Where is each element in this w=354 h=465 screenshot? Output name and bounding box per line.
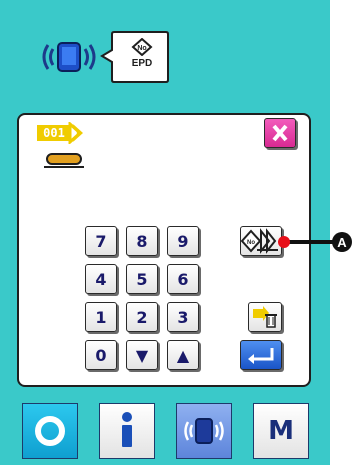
communication-button[interactable] — [176, 403, 232, 459]
key-5[interactable]: 5 — [126, 264, 158, 294]
key-7[interactable]: 7 — [85, 226, 117, 256]
enter-button[interactable] — [240, 340, 282, 370]
epd-mode-button[interactable]: No EPD — [100, 30, 170, 84]
key-1[interactable]: 1 — [85, 302, 117, 332]
svg-text:No: No — [247, 240, 255, 246]
enter-icon — [248, 348, 274, 364]
key-2[interactable]: 2 — [126, 302, 158, 332]
close-button[interactable] — [264, 118, 296, 148]
wireless-communication-icon — [38, 37, 102, 77]
key-4[interactable]: 4 — [85, 264, 117, 294]
sewing-data-icon — [43, 151, 85, 169]
down-key[interactable]: ▼ — [126, 340, 158, 370]
communication-screen: No EPD 001 7 8 9 4 5 6 1 2 3 0 ▼ ▲ No M — [0, 0, 330, 465]
callout-label: A — [337, 234, 347, 250]
key-9[interactable]: 9 — [167, 226, 199, 256]
ready-button[interactable] — [22, 403, 78, 459]
no-epd-icon: No — [130, 37, 154, 57]
callout-dot — [278, 236, 290, 248]
callout-marker-a: A — [332, 232, 352, 252]
up-key[interactable]: ▲ — [167, 340, 199, 370]
callout-line — [284, 240, 334, 244]
bottom-bar: M — [0, 397, 330, 465]
data-no-value: 001 — [43, 126, 65, 140]
svg-text:No: No — [137, 45, 146, 52]
delete-data-icon — [253, 306, 277, 328]
key-3[interactable]: 3 — [167, 302, 199, 332]
info-button[interactable] — [99, 403, 155, 459]
ready-ring-icon — [35, 416, 65, 446]
wireless-communication-icon — [184, 418, 224, 444]
mode-m-label: M — [268, 416, 294, 446]
data-input-panel: 001 7 8 9 4 5 6 1 2 3 0 ▼ ▲ No — [17, 113, 311, 387]
delete-data-button[interactable] — [248, 302, 282, 332]
epd-label: EPD — [131, 58, 153, 69]
data-no-select-button[interactable]: No — [240, 226, 282, 256]
key-0[interactable]: 0 — [85, 340, 117, 370]
mode-button[interactable]: M — [253, 403, 309, 459]
key-8[interactable]: 8 — [126, 226, 158, 256]
data-no-select-icon: No — [241, 228, 278, 254]
close-x-icon — [272, 124, 288, 142]
key-6[interactable]: 6 — [167, 264, 199, 294]
data-no-tag: 001 — [37, 122, 91, 144]
info-i-icon — [122, 412, 132, 447]
